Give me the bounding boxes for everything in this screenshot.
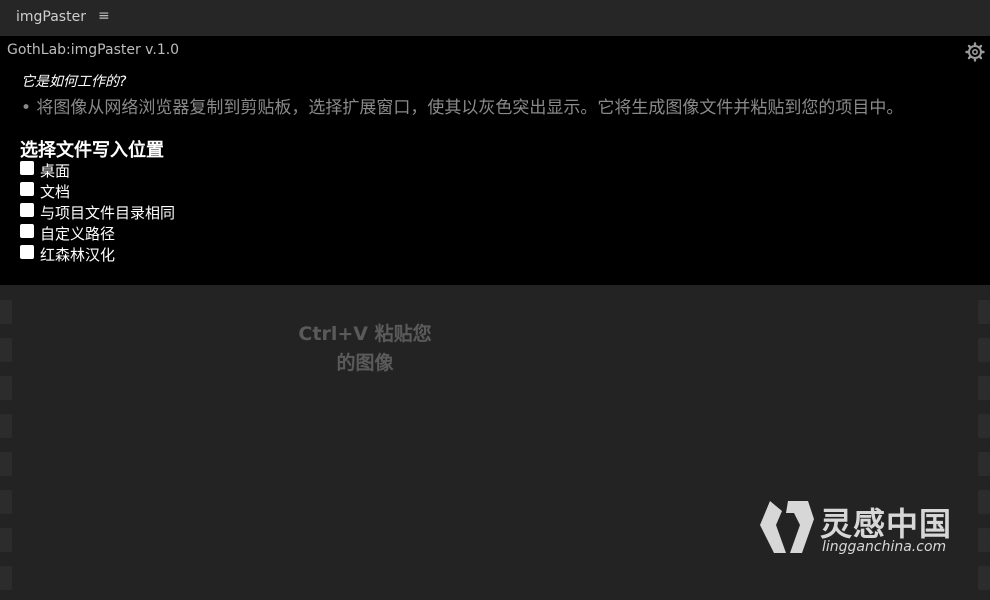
location-options: 桌面 文档 与项目文件目录相同 自定义路径 红森林汉化 xyxy=(20,160,175,265)
checkbox[interactable] xyxy=(20,223,34,238)
info-panel: GothLab:imgPaster v.1.0 它是如何工作的? • 将图像从网… xyxy=(0,36,990,285)
lg-logo-icon xyxy=(760,501,814,553)
option-project-dir[interactable]: 与项目文件目录相同 xyxy=(20,202,175,223)
paste-drop-area[interactable]: Ctrl+V 粘贴您 的图像 灵感中国 lingganchina.com xyxy=(0,285,990,600)
checkbox[interactable] xyxy=(20,160,34,175)
option-credit[interactable]: 红森林汉化 xyxy=(20,244,175,265)
option-documents[interactable]: 文档 xyxy=(20,181,175,202)
how-it-works-description: • 将图像从网络浏览器复制到剪贴板，选择扩展窗口，使其以灰色突出显示。它将生成图… xyxy=(21,98,904,118)
how-it-works-heading: 它是如何工作的? xyxy=(21,74,127,90)
option-label: 与项目文件目录相同 xyxy=(40,204,176,222)
checkbox[interactable] xyxy=(20,181,34,196)
checkbox[interactable] xyxy=(20,244,34,259)
hamburger-icon[interactable]: ≡ xyxy=(98,8,110,24)
checkbox[interactable] xyxy=(20,202,34,217)
option-desktop[interactable]: 桌面 xyxy=(20,160,175,181)
paste-hint-line-1: Ctrl+V 粘贴您 xyxy=(298,323,432,345)
gear-icon[interactable] xyxy=(965,42,985,62)
film-strip-left xyxy=(0,285,12,600)
option-label: 桌面 xyxy=(40,162,71,180)
version-label: GothLab:imgPaster v.1.0 xyxy=(7,42,180,58)
option-label: 红森林汉化 xyxy=(40,246,116,264)
watermark: 灵感中国 lingganchina.com xyxy=(752,495,972,570)
watermark-domain: lingganchina.com xyxy=(822,539,947,555)
paste-hint-line-2: 的图像 xyxy=(336,352,394,374)
film-strip-right xyxy=(978,285,990,600)
option-custom-path[interactable]: 自定义路径 xyxy=(20,223,175,244)
paste-hint: Ctrl+V 粘贴您 的图像 xyxy=(290,320,440,378)
option-label: 自定义路径 xyxy=(40,225,116,243)
panel-tab-title[interactable]: imgPaster xyxy=(16,9,86,25)
location-section-title: 选择文件写入位置 xyxy=(20,140,164,161)
option-label: 文档 xyxy=(40,183,71,201)
panel-tab-bar: imgPaster ≡ xyxy=(0,0,990,36)
